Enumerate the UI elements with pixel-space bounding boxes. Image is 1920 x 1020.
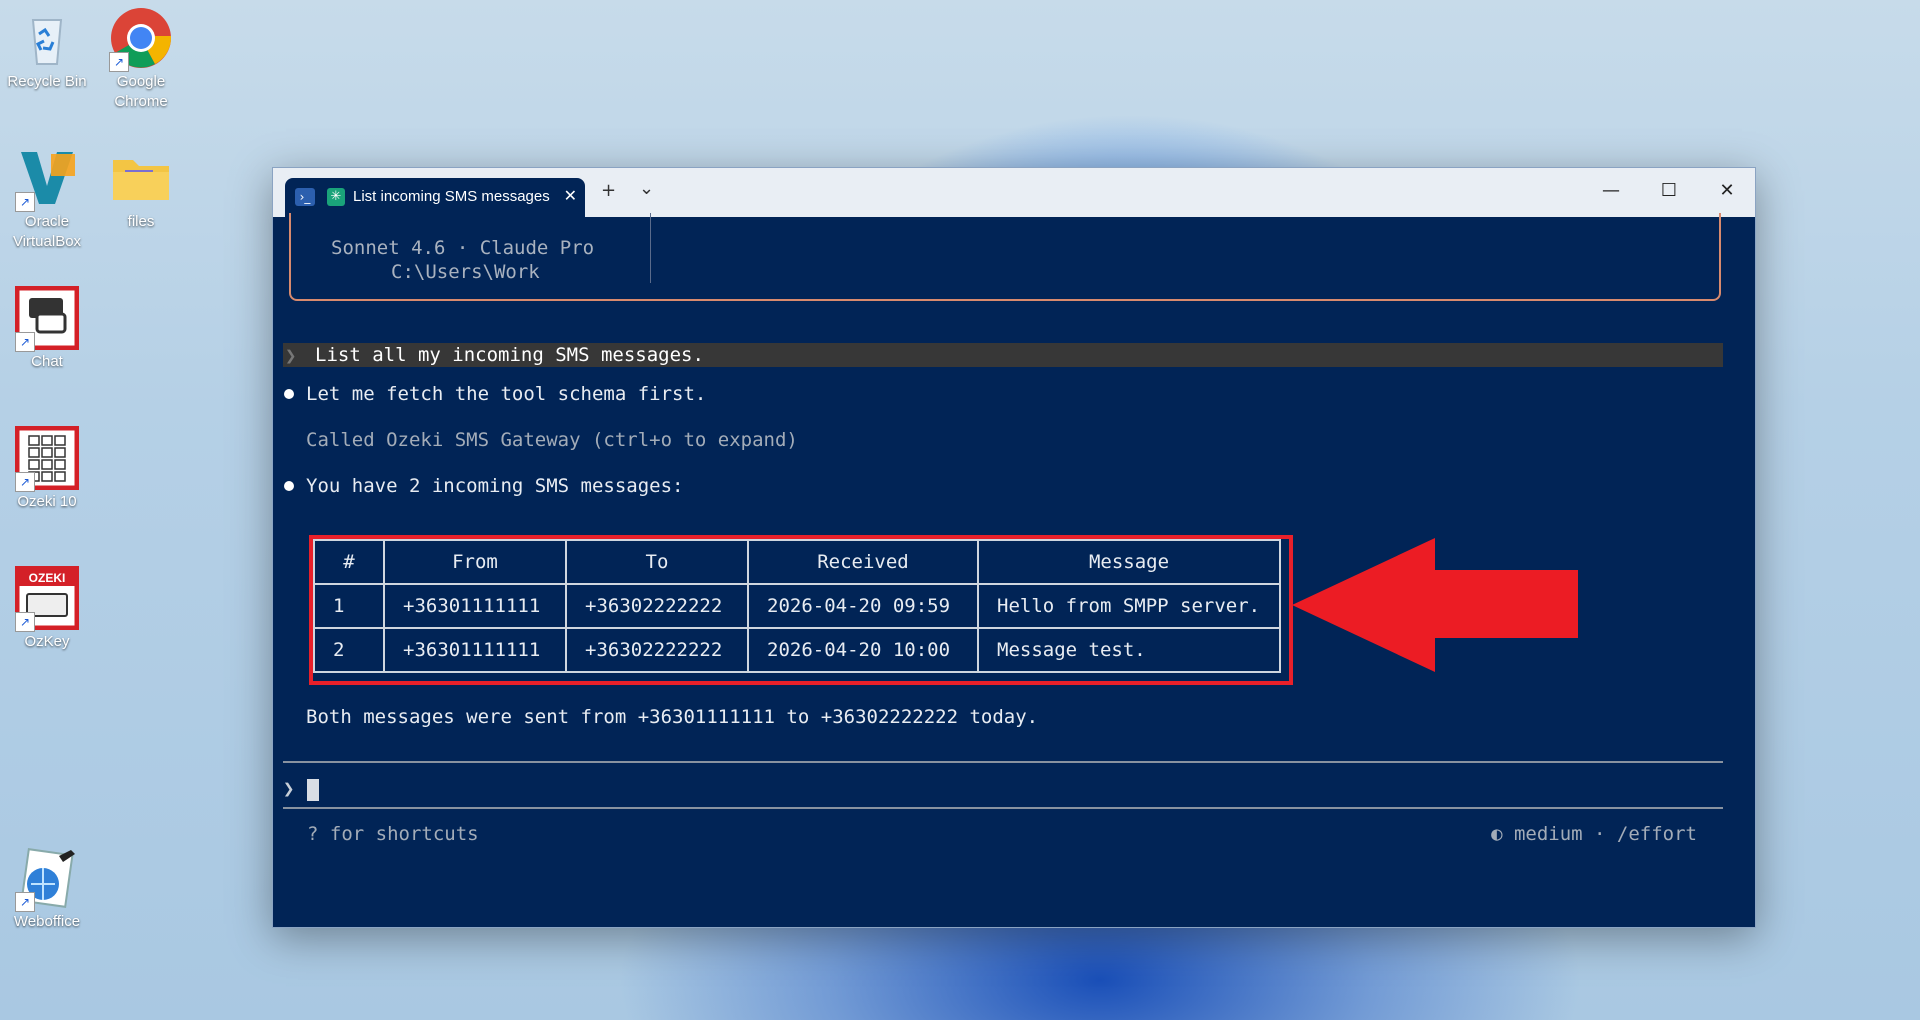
- tab-close-icon[interactable]: ✕: [564, 186, 577, 206]
- folder-icon: [109, 146, 173, 210]
- title-bar: ›_ ✳ List incoming SMS messages ✕ + ⌄ — …: [273, 168, 1755, 217]
- response-bullet-icon: [284, 389, 294, 399]
- tab-title: List incoming SMS messages: [353, 188, 550, 205]
- shortcut-arrow-icon: ↗: [15, 332, 35, 352]
- working-directory: C:\Users\Work: [391, 261, 540, 283]
- user-message: ❯ List all my incoming SMS messages.: [283, 343, 1723, 367]
- response-bullet-icon: [284, 481, 294, 491]
- input-cursor[interactable]: [307, 779, 319, 801]
- welcome-divider: [650, 213, 651, 283]
- desktop-icon-ozkey[interactable]: OZEKI ↗ OzKey: [2, 565, 92, 652]
- terminal-tab[interactable]: ›_ ✳ List incoming SMS messages ✕: [285, 178, 585, 217]
- shortcut-arrow-icon: ↗: [109, 52, 129, 72]
- desktop-icon-chrome[interactable]: ↗ Google Chrome: [96, 6, 186, 112]
- desktop-icon-recycle-bin[interactable]: Recycle Bin: [2, 6, 92, 92]
- desktop-icon-label: Recycle Bin: [7, 73, 87, 90]
- welcome-box: Sonnet 4.6 · Claude Pro C:\Users\Work: [289, 213, 1721, 301]
- ozkey-badge: OZEKI: [28, 571, 66, 585]
- assistant-message: Let me fetch the tool schema first.: [306, 383, 707, 405]
- minimize-button[interactable]: —: [1591, 176, 1631, 206]
- chrome-icon: ↗: [109, 6, 173, 72]
- assistant-message: You have 2 incoming SMS messages:: [306, 475, 684, 497]
- input-divider-top: [283, 761, 1723, 763]
- tab-dropdown-button[interactable]: ⌄: [639, 178, 654, 199]
- prompt-chevron-icon: ❯: [285, 345, 297, 367]
- weboffice-icon: ↗: [15, 846, 79, 912]
- desktop-icon-label: Weboffice: [13, 913, 81, 930]
- claude-icon: ✳: [327, 188, 345, 206]
- chat-icon: ↗: [14, 285, 80, 352]
- recycle-bin-icon: [15, 6, 79, 70]
- input-divider-bottom: [283, 807, 1723, 809]
- highlight-frame: [309, 535, 1293, 685]
- annotation-arrow-icon: [1292, 538, 1578, 672]
- close-button[interactable]: ✕: [1707, 176, 1747, 206]
- prompt-chevron-icon: ❯: [283, 778, 295, 800]
- desktop-icon-label: Google Chrome: [114, 73, 168, 110]
- shortcut-arrow-icon: ↗: [15, 192, 35, 212]
- shortcut-arrow-icon: ↗: [15, 612, 35, 632]
- powershell-icon: ›_: [295, 188, 315, 206]
- virtualbox-icon: ↗: [15, 146, 79, 212]
- summary-text: Both messages were sent from +3630111111…: [306, 706, 1039, 728]
- shortcut-arrow-icon: ↗: [15, 472, 35, 492]
- desktop-icon-label: files: [127, 213, 155, 230]
- desktop-icon-chat[interactable]: ↗ Chat: [2, 285, 92, 372]
- desktop-icon-ozeki[interactable]: ↗ Ozeki 10: [2, 425, 92, 512]
- desktop-icon-label: Ozeki 10: [17, 493, 77, 510]
- shortcuts-hint: ? for shortcuts: [307, 823, 479, 845]
- new-tab-button[interactable]: +: [601, 180, 616, 201]
- desktop-icon-files[interactable]: files: [96, 146, 186, 232]
- ozkey-icon: OZEKI ↗: [14, 565, 80, 632]
- desktop-icon-label: Oracle VirtualBox: [12, 213, 82, 250]
- desktop-icon-label: OzKey: [24, 633, 70, 650]
- shortcut-arrow-icon: ↗: [15, 892, 35, 912]
- effort-indicator[interactable]: ◐ medium · /effort: [1491, 823, 1697, 845]
- desktop-icon-weboffice[interactable]: ↗ Weboffice: [2, 846, 92, 932]
- tool-call-line[interactable]: Called Ozeki SMS Gateway (ctrl+o to expa…: [306, 428, 798, 452]
- maximize-button[interactable]: ☐: [1649, 176, 1689, 206]
- desktop-icon-virtualbox[interactable]: ↗ Oracle VirtualBox: [2, 146, 92, 252]
- model-info: Sonnet 4.6 · Claude Pro: [331, 237, 595, 259]
- desktop-icon-label: Chat: [31, 353, 63, 370]
- ozeki-icon: ↗: [14, 425, 80, 492]
- user-message-text: List all my incoming SMS messages.: [315, 344, 704, 366]
